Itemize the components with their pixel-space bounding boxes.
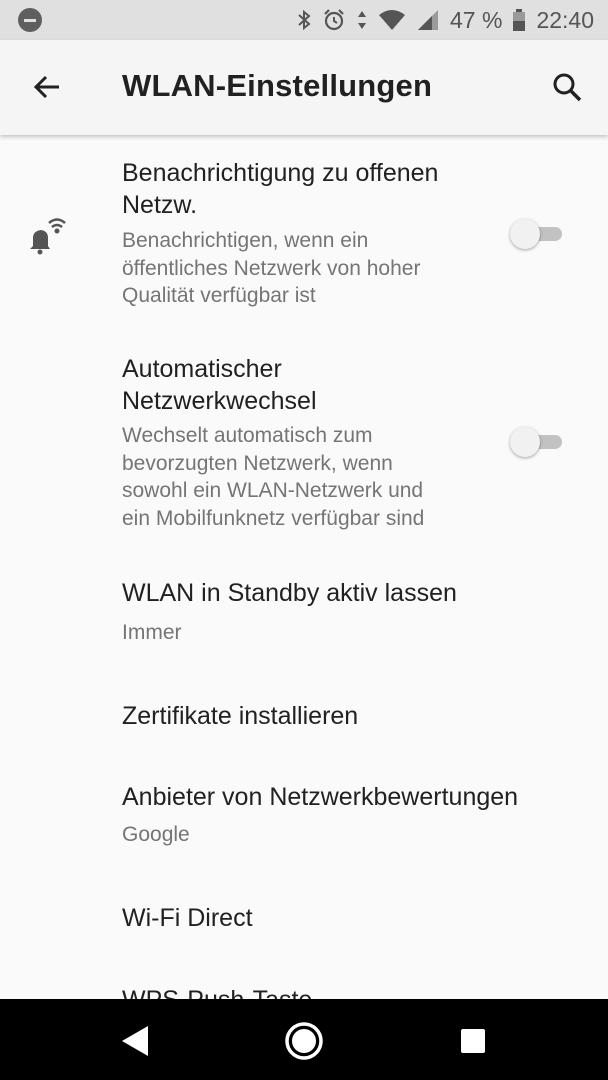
setting-notify-open-networks[interactable]: Benachrichtigung zu offenen Netzw. Benac…: [0, 135, 608, 325]
nav-recents-button[interactable]: [451, 1019, 495, 1063]
nav-back-button[interactable]: [114, 1019, 158, 1063]
setting-summary-line: Wechselt automatisch zum: [122, 424, 373, 447]
back-triangle-icon: [122, 1026, 148, 1056]
setting-wps-push[interactable]: WPS-Push-Taste: [0, 970, 608, 999]
back-button[interactable]: [30, 70, 64, 104]
setting-install-certificates[interactable]: Zertifikate installieren: [0, 680, 608, 750]
setting-summary-line: öffentliches Netzwerk von hoher: [122, 257, 421, 280]
setting-wifi-direct[interactable]: Wi-Fi Direct: [0, 885, 608, 955]
setting-network-rating-provider[interactable]: Anbieter von Netzwerkbewertungen Google: [0, 765, 608, 865]
navigation-bar: [0, 999, 608, 1080]
notify-open-networks-toggle[interactable]: [510, 217, 564, 251]
page-title: WLAN-Einstellungen: [122, 68, 433, 103]
setting-summary-line: Qualität verfügbar ist: [122, 284, 316, 307]
setting-wlan-standby[interactable]: WLAN in Standby aktiv lassen Immer: [0, 565, 608, 670]
setting-auto-network-switch[interactable]: Automatischer Netzwerkwechsel Wechselt a…: [0, 345, 608, 545]
signal-icon: [416, 8, 440, 32]
alarm-icon: [322, 8, 346, 32]
bluetooth-icon: [296, 8, 312, 32]
auto-network-switch-toggle[interactable]: [510, 425, 564, 459]
toggle-thumb: [510, 219, 540, 249]
setting-summary-line: bevorzugten Netzwerk, wenn: [122, 452, 393, 475]
wifi-icon: [378, 8, 406, 32]
clock: 22:40: [536, 6, 594, 33]
nav-home-button[interactable]: [282, 1019, 326, 1063]
setting-title: WLAN in Standby aktiv lassen: [122, 579, 457, 607]
setting-title-line: Netzw.: [122, 191, 198, 219]
app-bar: WLAN-Einstellungen: [0, 40, 608, 135]
setting-summary: Google: [122, 823, 190, 846]
setting-title: Wi-Fi Direct: [122, 904, 253, 932]
recents-square-icon: [461, 1029, 485, 1053]
wifi-notification-bell-icon: [30, 218, 66, 255]
setting-title: Zertifikate installieren: [122, 702, 359, 730]
setting-title: Anbieter von Netzwerkbewertungen: [122, 783, 519, 811]
setting-summary-line: sowohl ein WLAN-Netzwerk und: [122, 479, 424, 502]
setting-title-line: Netzwerkwechsel: [122, 387, 317, 415]
setting-summary-line: ein Mobilfunknetz verfügbar sind: [122, 507, 425, 530]
settings-list: Benachrichtigung zu offenen Netzw. Benac…: [0, 135, 608, 999]
battery-percent: 47 %: [450, 6, 503, 33]
setting-summary-line: Benachrichtigen, wenn ein: [122, 229, 369, 252]
setting-title-line: Benachrichtigung zu offenen: [122, 159, 439, 187]
toggle-thumb: [510, 427, 540, 457]
status-icons: 47 % 22:40: [296, 0, 594, 40]
do-not-disturb-icon: [18, 8, 42, 32]
setting-title: WPS-Push-Taste: [122, 984, 482, 999]
battery-icon: [512, 8, 526, 32]
setting-summary: Immer: [122, 621, 182, 644]
data-arrows-icon: [356, 8, 368, 32]
back-arrow-icon: [33, 75, 59, 99]
search-icon: [553, 73, 582, 102]
status-bar: 47 % 22:40: [0, 0, 608, 40]
search-button[interactable]: [550, 70, 584, 104]
setting-title-line: Automatischer: [122, 355, 282, 383]
home-circle-icon: [285, 1022, 323, 1060]
